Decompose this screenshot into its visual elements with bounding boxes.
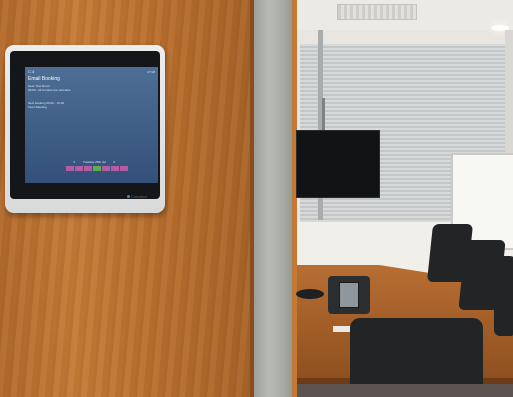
clock-time: 07:08: [147, 70, 155, 74]
time-slot[interactable]: [93, 166, 101, 171]
date-label: Tuesday 25th Jul: [83, 160, 106, 164]
conference-microphone: [296, 289, 324, 299]
brand-logo: Condeco: [131, 194, 148, 199]
office-chair: [494, 256, 513, 336]
booking-line: 09:00 - All Conference schedule: [28, 88, 71, 92]
time-slot[interactable]: [75, 166, 83, 171]
conference-phone-screen: [339, 282, 359, 308]
next-booking-line: Team Meeting: [28, 105, 47, 109]
tv-screen: [296, 130, 380, 198]
room-booking-screen[interactable]: C.4 07:08 Email Booking Next: Test Room …: [25, 67, 158, 183]
time-slot-bar[interactable]: [66, 166, 128, 171]
ceiling-vent: [337, 4, 417, 20]
paper-note: [333, 326, 351, 332]
time-slot[interactable]: [84, 166, 92, 171]
brand-logo-icon: [127, 195, 130, 198]
tv-mount-pole: [322, 98, 325, 131]
time-slot[interactable]: [66, 166, 74, 171]
prev-day-button[interactable]: <: [73, 159, 75, 164]
next-day-button[interactable]: >: [113, 159, 115, 164]
room-name: C.4: [28, 69, 35, 74]
time-slot[interactable]: [102, 166, 110, 171]
door-frame-pillar: [254, 0, 296, 397]
meeting-room-photo: C.4 07:08 Email Booking Next: Test Room …: [0, 0, 513, 397]
booking-title: Email Booking: [28, 76, 60, 82]
floor: [297, 384, 513, 397]
door-frame-edge: [292, 0, 297, 397]
time-slot[interactable]: [120, 166, 128, 171]
time-slot[interactable]: [111, 166, 119, 171]
